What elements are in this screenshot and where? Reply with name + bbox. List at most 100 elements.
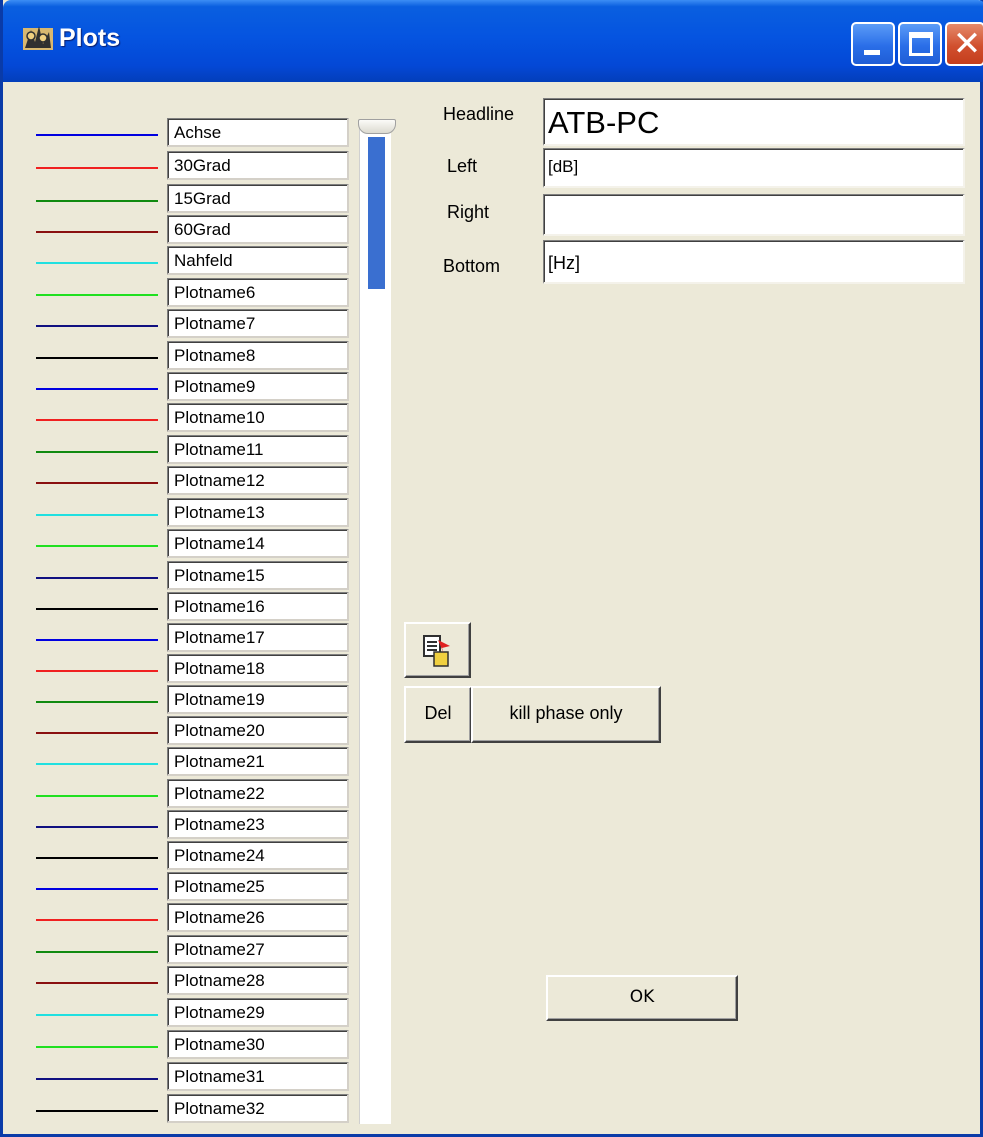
plot-name-input[interactable]: Plotname19 — [167, 685, 349, 714]
plot-color-line[interactable] — [36, 294, 158, 296]
plot-row: Plotname20 — [3, 715, 363, 746]
minimize-button[interactable] — [851, 22, 895, 66]
plot-row: Plotname22 — [3, 778, 363, 809]
plot-color-line[interactable] — [36, 325, 158, 327]
plot-name-input[interactable]: Plotname25 — [167, 872, 349, 901]
plot-name-input[interactable]: Plotname21 — [167, 747, 349, 776]
bottom-axis-input[interactable]: [Hz] — [543, 240, 965, 284]
plot-name-input[interactable]: Plotname30 — [167, 1030, 349, 1059]
plot-name-input[interactable]: Plotname9 — [167, 372, 349, 401]
plot-name-input[interactable]: Plotname32 — [167, 1094, 349, 1123]
plot-name-input[interactable]: Plotname23 — [167, 810, 349, 839]
app-icon — [23, 26, 53, 50]
plot-color-line[interactable] — [36, 388, 158, 390]
plot-color-line[interactable] — [36, 231, 158, 233]
close-button[interactable]: ✕ — [945, 22, 983, 66]
plot-name-input[interactable]: Plotname6 — [167, 278, 349, 307]
plot-color-line[interactable] — [36, 826, 158, 828]
plot-row: Plotname13 — [3, 497, 363, 528]
plot-name-input[interactable]: 30Grad — [167, 151, 349, 180]
right-axis-input[interactable] — [543, 194, 965, 236]
plot-color-line[interactable] — [36, 639, 158, 641]
title-bar[interactable]: Plots ✕ — [3, 0, 983, 82]
plot-name-input[interactable]: Achse — [167, 118, 349, 147]
plot-color-line[interactable] — [36, 919, 158, 921]
headline-input[interactable]: ATB-PC — [543, 98, 965, 146]
plot-color-line[interactable] — [36, 482, 158, 484]
plot-color-line[interactable] — [36, 951, 158, 953]
maximize-button[interactable] — [898, 22, 942, 66]
plot-row: Plotname23 — [3, 809, 363, 840]
plot-row: Plotname29 — [3, 997, 363, 1028]
plot-list-scrollbar[interactable] — [358, 119, 396, 1124]
plot-color-line[interactable] — [36, 1110, 158, 1112]
plot-row: Plotname32 — [3, 1093, 363, 1124]
plot-name-input[interactable]: Plotname12 — [167, 466, 349, 495]
plot-name-input[interactable]: Plotname7 — [167, 309, 349, 338]
plot-color-line[interactable] — [36, 357, 158, 359]
del-button[interactable]: Del — [404, 686, 472, 743]
plot-name-input[interactable]: Plotname16 — [167, 592, 349, 621]
plot-name-input[interactable]: Plotname31 — [167, 1062, 349, 1091]
window-title: Plots — [59, 24, 121, 52]
plot-color-line[interactable] — [36, 451, 158, 453]
copy-paste-button[interactable] — [404, 622, 471, 678]
plot-color-line[interactable] — [36, 200, 158, 202]
plot-color-line[interactable] — [36, 514, 158, 516]
plot-color-line[interactable] — [36, 262, 158, 264]
plot-name-input[interactable]: Plotname28 — [167, 966, 349, 995]
plot-color-line[interactable] — [36, 1046, 158, 1048]
plot-name-input[interactable]: Plotname17 — [167, 623, 349, 652]
right-axis-label: Right — [447, 202, 490, 222]
plot-name-input[interactable]: 60Grad — [167, 215, 349, 244]
plot-name-input[interactable]: Plotname20 — [167, 716, 349, 745]
plot-name-input[interactable]: Plotname13 — [167, 498, 349, 527]
plot-color-line[interactable] — [36, 1014, 158, 1016]
plot-color-line[interactable] — [36, 608, 158, 610]
plot-color-line[interactable] — [36, 857, 158, 859]
plot-name-input[interactable]: Plotname27 — [167, 935, 349, 964]
scrollbar-track-fill — [368, 137, 385, 289]
plot-name-input[interactable]: Nahfeld — [167, 246, 349, 275]
plot-name-input[interactable]: 15Grad — [167, 184, 349, 213]
plot-color-line[interactable] — [36, 732, 158, 734]
plot-name-input[interactable]: Plotname10 — [167, 403, 349, 432]
plot-color-line[interactable] — [36, 545, 158, 547]
plot-row: Plotname6 — [3, 277, 363, 308]
left-axis-label: Left — [447, 156, 478, 176]
plot-color-line[interactable] — [36, 577, 158, 579]
minimize-icon — [864, 50, 880, 55]
plot-name-input[interactable]: Plotname18 — [167, 654, 349, 683]
plot-row: Plotname28 — [3, 965, 363, 996]
plot-row: Plotname11 — [3, 434, 363, 465]
close-icon: ✕ — [952, 25, 982, 63]
plot-name-input[interactable]: Plotname8 — [167, 341, 349, 370]
plot-color-line[interactable] — [36, 670, 158, 672]
plot-name-input[interactable]: Plotname26 — [167, 903, 349, 932]
plot-color-line[interactable] — [36, 419, 158, 421]
maximize-icon — [909, 32, 933, 56]
plot-color-line[interactable] — [36, 1078, 158, 1080]
plot-name-input[interactable]: Plotname14 — [167, 529, 349, 558]
plot-row: Plotname12 — [3, 465, 363, 496]
plot-name-input[interactable]: Plotname29 — [167, 998, 349, 1027]
ok-button[interactable]: OK — [546, 975, 738, 1021]
plot-color-line[interactable] — [36, 134, 158, 136]
left-axis-input[interactable]: [dB] — [543, 148, 965, 188]
plot-name-input[interactable]: Plotname22 — [167, 779, 349, 808]
plot-row: Achse — [3, 117, 363, 148]
plot-color-line[interactable] — [36, 763, 158, 765]
scrollbar-thumb[interactable] — [358, 119, 396, 134]
plot-name-input[interactable]: Plotname24 — [167, 841, 349, 870]
plot-row: Plotname31 — [3, 1061, 363, 1092]
plot-color-line[interactable] — [36, 982, 158, 984]
plot-color-line[interactable] — [36, 701, 158, 703]
plot-row: Plotname16 — [3, 591, 363, 622]
plot-name-input[interactable]: Plotname11 — [167, 435, 349, 464]
plot-name-input[interactable]: Plotname15 — [167, 561, 349, 590]
plot-color-line[interactable] — [36, 888, 158, 890]
plot-color-line[interactable] — [36, 167, 158, 169]
plot-row: Plotname25 — [3, 871, 363, 902]
kill-phase-only-button[interactable]: kill phase only — [471, 686, 661, 743]
plot-color-line[interactable] — [36, 795, 158, 797]
